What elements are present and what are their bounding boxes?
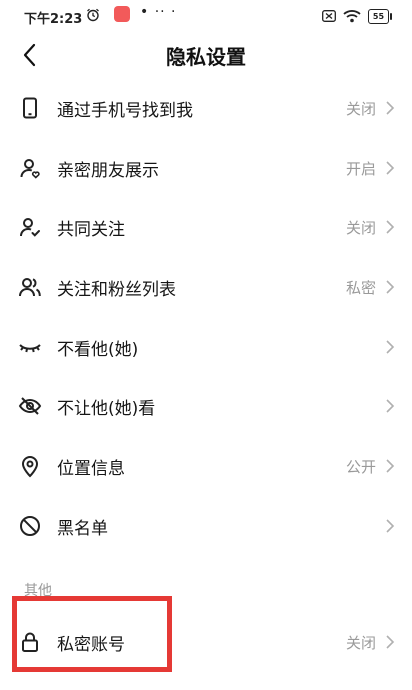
chevron-right-icon: [384, 339, 396, 355]
no-sim-icon: [322, 10, 336, 26]
setting-row-mutual-follow[interactable]: 共同关注 关闭: [0, 197, 412, 257]
users-icon: [18, 275, 42, 299]
battery-icon: 55: [368, 9, 392, 24]
closed-eye-icon: [18, 335, 42, 359]
privacy-settings-list: 通过手机号找到我 关闭 亲密朋友展示 开启 共同关注 关闭 关注和粉丝列表 私密…: [0, 78, 412, 556]
app-notification-icon: [114, 6, 130, 22]
setting-label: 关注和粉丝列表: [57, 280, 176, 301]
chevron-right-icon: [384, 219, 396, 235]
eye-off-icon: [18, 394, 42, 418]
section-title-other: 其他: [24, 583, 52, 599]
status-time: 下午2:23: [24, 12, 83, 27]
setting-label: 共同关注: [57, 220, 125, 241]
chevron-right-icon: [384, 279, 396, 295]
block-icon: [18, 514, 42, 538]
chevron-right-icon: [384, 100, 396, 116]
wifi-icon: [343, 9, 361, 27]
setting-value: 公开: [345, 458, 376, 477]
location-icon: [18, 454, 42, 478]
setting-label: 位置信息: [57, 459, 125, 480]
chevron-right-icon: [384, 398, 396, 414]
setting-row-private-account[interactable]: 私密账号 关闭: [0, 612, 412, 672]
setting-row-location[interactable]: 位置信息 公开: [0, 436, 412, 496]
setting-row-find-by-phone[interactable]: 通过手机号找到我 关闭: [0, 78, 412, 138]
chevron-right-icon: [384, 518, 396, 534]
phone-icon: [18, 96, 42, 120]
setting-value: 关闭: [345, 219, 376, 238]
setting-label: 黑名单: [57, 518, 108, 539]
chevron-right-icon: [384, 458, 396, 474]
setting-value: 私密: [345, 279, 376, 298]
setting-row-close-friends[interactable]: 亲密朋友展示 开启: [0, 138, 412, 198]
status-dots: • ·· ·: [140, 4, 177, 20]
setting-label: 不让他(她)看: [57, 399, 156, 420]
close-friend-icon: [18, 156, 42, 180]
setting-label: 私密账号: [57, 635, 125, 655]
setting-row-follow-fans-list[interactable]: 关注和粉丝列表 私密: [0, 257, 412, 317]
chevron-right-icon: [384, 160, 396, 176]
setting-row-dont-see-them[interactable]: 不看他(她): [0, 317, 412, 377]
status-bar: 下午2:23 • ·· · 55: [0, 0, 412, 34]
setting-label: 通过手机号找到我: [57, 101, 193, 121]
setting-value: 关闭: [345, 634, 376, 652]
setting-row-blacklist[interactable]: 黑名单: [0, 496, 412, 556]
header: 隐私设置: [0, 34, 412, 74]
page-title: 隐私设置: [166, 45, 246, 69]
setting-label: 不看他(她): [57, 339, 139, 360]
setting-row-hide-from-them[interactable]: 不让他(她)看: [0, 376, 412, 436]
chevron-right-icon: [384, 634, 396, 650]
setting-value: 开启: [345, 159, 376, 178]
user-check-icon: [18, 215, 42, 239]
setting-label: 亲密朋友展示: [57, 160, 159, 181]
lock-icon: [18, 630, 42, 654]
alarm-icon: [86, 8, 100, 26]
setting-value: 关闭: [345, 100, 376, 118]
